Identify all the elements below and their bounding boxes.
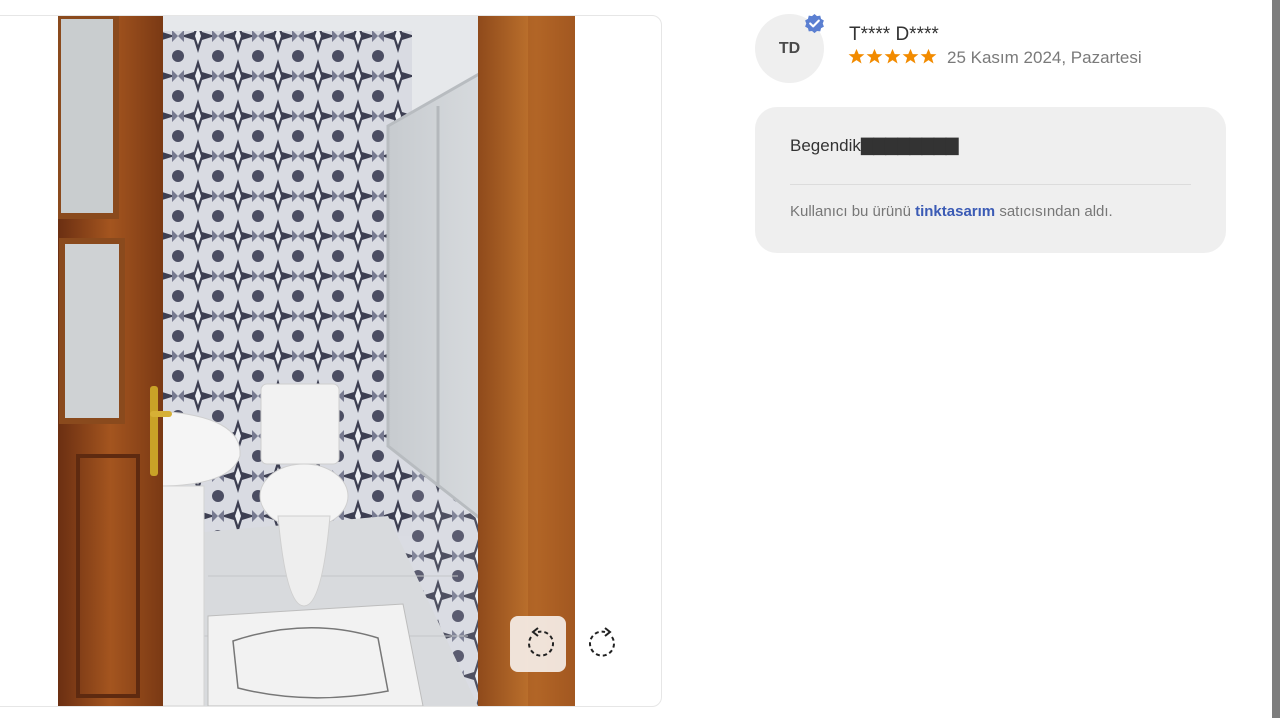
star-rating — [848, 48, 937, 65]
seller-link[interactable]: tinktasarım — [915, 203, 995, 220]
rotate-right-icon — [588, 627, 615, 657]
rotate-left-button[interactable] — [510, 616, 566, 672]
purchase-note: Kullanıcı bu ürünü tinktasarım satıcısın… — [790, 203, 1113, 220]
rotate-right-button[interactable] — [577, 616, 633, 672]
star-icon — [866, 48, 883, 64]
review-text-body: Begendik — [790, 136, 861, 155]
review-photo[interactable] — [58, 16, 575, 706]
verified-badge-icon — [805, 13, 824, 34]
divider — [790, 184, 1191, 185]
review-text: Begendik▇▇▇▇▇▇▇▇ — [790, 136, 959, 156]
reviewer-name: T**** D**** — [849, 24, 939, 45]
window-edge — [1272, 0, 1280, 718]
bathroom-photo-illustration — [58, 16, 575, 706]
purchase-suffix: satıcısından aldı. — [999, 203, 1113, 220]
review-text-obscured: ▇▇▇▇▇▇▇▇ — [860, 136, 959, 155]
review-card: Begendik▇▇▇▇▇▇▇▇ Kullanıcı bu ürünü tink… — [755, 107, 1226, 253]
purchase-prefix: Kullanıcı bu ürünü — [790, 203, 911, 220]
star-icon — [920, 48, 937, 64]
rotate-left-icon — [528, 627, 555, 657]
star-icon — [848, 48, 865, 64]
star-icon — [884, 48, 901, 64]
review-date: 25 Kasım 2024, Pazartesi — [947, 48, 1142, 67]
star-icon — [902, 48, 919, 64]
